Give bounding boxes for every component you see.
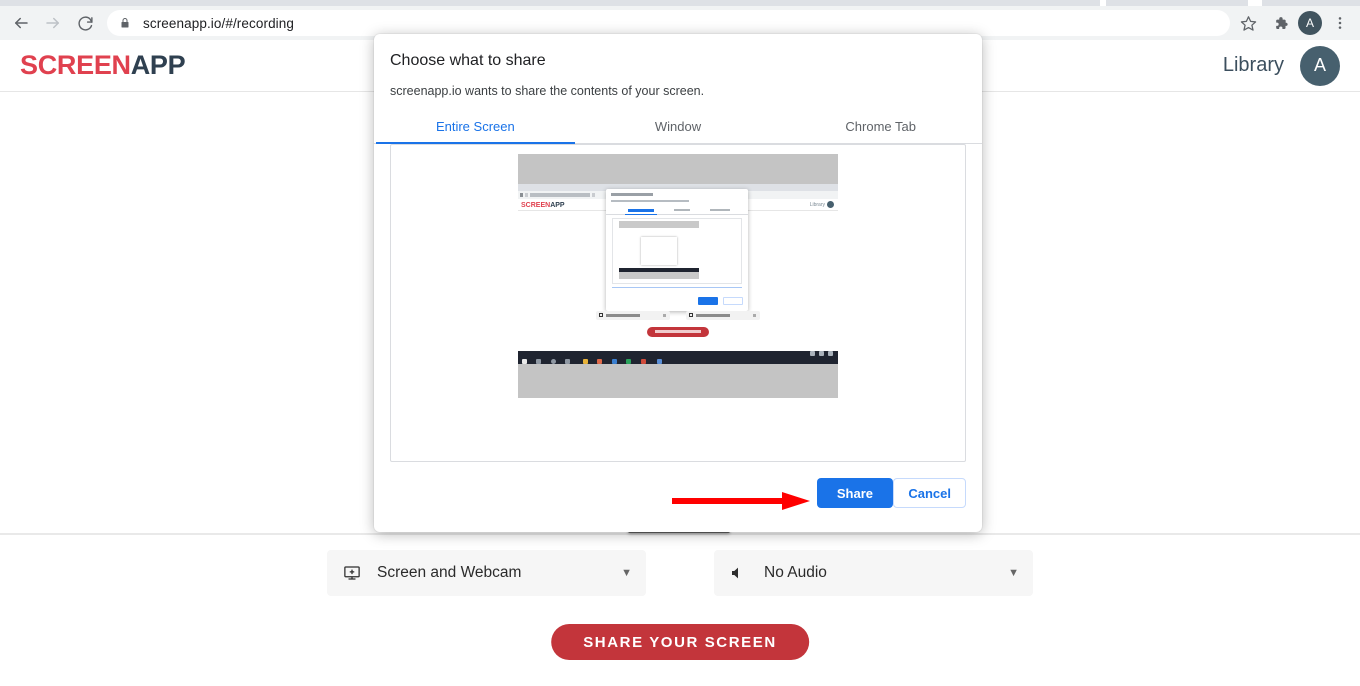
audio-select-value: No Audio: [764, 564, 1008, 582]
share-button[interactable]: Share: [817, 478, 893, 508]
star-icon[interactable]: [1234, 9, 1262, 37]
thumbnail-header-right: Library: [810, 201, 834, 208]
share-your-screen-button[interactable]: SHARE YOUR SCREEN: [551, 624, 809, 660]
toolbar-right-actions: A: [1234, 9, 1360, 37]
reload-icon[interactable]: [70, 8, 100, 38]
tab-entire-screen[interactable]: Entire Screen: [374, 110, 577, 143]
thumbnail-share-dialog: [606, 189, 748, 311]
thumbnail-page-body: SCREENAPP Library: [518, 199, 838, 351]
source-select[interactable]: Screen and Webcam ▼: [327, 550, 646, 596]
dialog-tabs: Entire Screen Window Chrome Tab: [374, 110, 982, 144]
header-right: Library A: [1223, 46, 1340, 86]
url-text: screenapp.io/#/recording: [143, 16, 294, 31]
source-select-value: Screen and Webcam: [377, 564, 621, 582]
thumbnail-browser-window: SCREENAPP Library: [518, 184, 838, 351]
thumbnail-logo: SCREENAPP: [521, 202, 565, 209]
library-link[interactable]: Library: [1223, 54, 1284, 77]
logo-text-screen: SCREEN: [20, 50, 131, 80]
audio-select[interactable]: No Audio ▼: [714, 550, 1033, 596]
screen-plus-icon: [343, 563, 363, 583]
puzzle-piece-icon[interactable]: [1266, 9, 1294, 37]
dialog-subtitle: screenapp.io wants to share the contents…: [390, 84, 704, 98]
lock-icon: [119, 16, 133, 30]
screen-share-dialog: Choose what to share screenapp.io wants …: [374, 34, 982, 532]
back-arrow-icon[interactable]: [6, 8, 36, 38]
forward-arrow-icon[interactable]: [38, 8, 68, 38]
desktop-bottom-area: [518, 364, 838, 398]
desktop-top-area: [518, 154, 838, 184]
tab-window[interactable]: Window: [577, 110, 780, 143]
thumbnail-controls: [518, 311, 838, 320]
chevron-down-icon: ▼: [621, 567, 632, 579]
logo-text-app: APP: [131, 50, 186, 80]
screenapp-logo[interactable]: SCREENAPP: [20, 50, 185, 81]
navigation-buttons: [0, 8, 100, 38]
chrome-profile-avatar[interactable]: A: [1298, 11, 1322, 35]
dialog-title: Choose what to share: [390, 52, 546, 70]
three-dot-menu-icon[interactable]: [1326, 9, 1354, 37]
tab-chrome-tab[interactable]: Chrome Tab: [779, 110, 982, 143]
screen-preview-pane: SCREENAPP Library: [390, 144, 966, 462]
chevron-down-icon: ▼: [1008, 567, 1019, 579]
annotation-arrow-icon: [672, 491, 818, 511]
thumbnail-share-button: [647, 327, 709, 337]
page-divider: [0, 533, 1360, 535]
cancel-button[interactable]: Cancel: [893, 478, 966, 508]
entire-screen-thumbnail[interactable]: SCREENAPP Library: [518, 154, 838, 398]
thumbnail-taskbar: [518, 351, 838, 364]
screen-root: screenapp.io/#/recording A SCREENAPP Lib…: [0, 0, 1360, 686]
speaker-icon: [730, 563, 750, 583]
user-avatar[interactable]: A: [1300, 46, 1340, 86]
address-bar[interactable]: screenapp.io/#/recording: [107, 10, 1230, 36]
recorder-controls: Screen and Webcam ▼ No Audio ▼: [0, 550, 1360, 596]
